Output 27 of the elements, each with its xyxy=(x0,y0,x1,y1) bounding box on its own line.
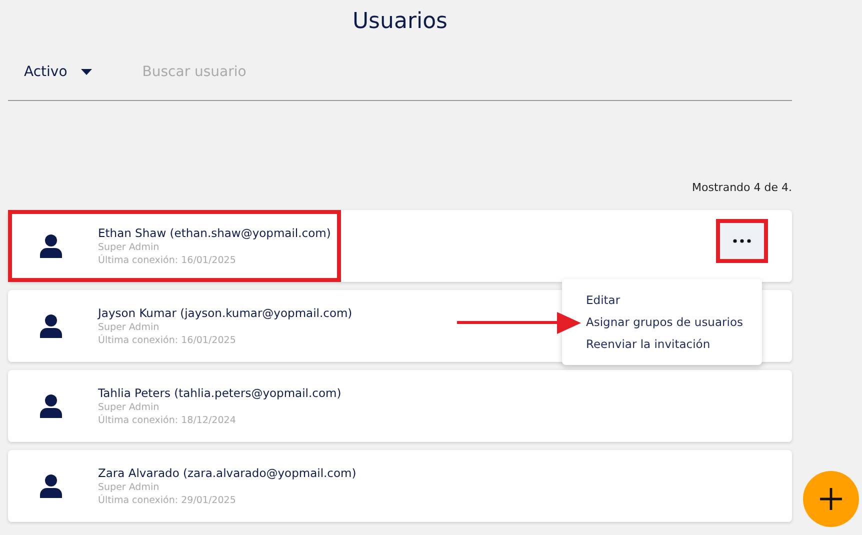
more-icon xyxy=(733,239,751,243)
user-role: Super Admin xyxy=(98,322,160,333)
page-title: Usuarios xyxy=(352,9,448,34)
last-login: Última conexión: 29/01/2025 xyxy=(98,495,237,506)
user-name: Jayson Kumar (jayson.kumar@yopmail.com) xyxy=(98,306,352,320)
last-login: Última conexión: 16/01/2025 xyxy=(98,255,237,266)
result-count: Mostrando 4 de 4. xyxy=(692,181,792,194)
user-icon xyxy=(40,314,62,338)
last-login: Última conexión: 16/01/2025 xyxy=(98,335,237,346)
menu-item[interactable]: Asignar grupos de usuarios xyxy=(586,315,762,329)
last-login: Última conexión: 18/12/2024 xyxy=(98,415,237,426)
user-name: Tahlia Peters (tahlia.peters@yopmail.com) xyxy=(98,386,342,400)
user-name: Ethan Shaw (ethan.shaw@yopmail.com) xyxy=(98,226,331,240)
caret-icon xyxy=(81,69,92,75)
user-role: Super Admin xyxy=(98,482,160,493)
menu-item[interactable]: Editar xyxy=(586,293,762,307)
plus-icon xyxy=(819,487,843,511)
user-role: Super Admin xyxy=(98,402,160,413)
user-icon xyxy=(40,394,62,418)
user-role: Super Admin xyxy=(98,242,160,253)
menu-item[interactable]: Reenviar la invitación xyxy=(586,337,762,351)
user-name: Zara Alvarado (zara.alvarado@yopmail.com) xyxy=(98,466,356,480)
status-dropdown[interactable]: Activo xyxy=(24,64,92,80)
user-icon xyxy=(40,234,62,258)
user-icon xyxy=(40,474,62,498)
more-button[interactable] xyxy=(720,223,764,259)
search-field[interactable]: Buscar usuario xyxy=(140,63,444,81)
